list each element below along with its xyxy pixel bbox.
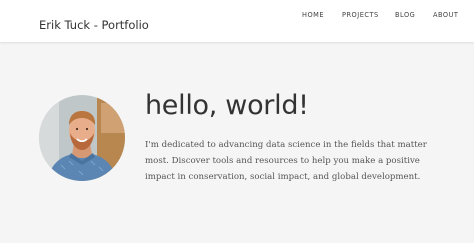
hero-description-line-3: impact in conservation, social impact, a…	[145, 172, 421, 182]
navbar: Erik Tuck - Portfolio HOME PROJECTS BLOG…	[0, 0, 474, 42]
hero-description: I'm dedicated to advancing data science …	[145, 137, 445, 185]
hero-title: hello, world!	[145, 90, 309, 121]
hero-description-line-2: most. Discover tools and resources to he…	[145, 156, 420, 166]
nav-link-blog[interactable]: BLOG	[395, 10, 415, 20]
hero-description-line-1: I'm dedicated to advancing data science …	[145, 140, 427, 150]
nav-link-home[interactable]: HOME	[302, 10, 324, 20]
profile-avatar	[39, 95, 125, 181]
nav-link-projects[interactable]: PROJECTS	[342, 10, 379, 20]
profile-photo-icon	[39, 95, 125, 181]
brand-link[interactable]: Erik Tuck - Portfolio	[39, 18, 149, 32]
nav-link-about[interactable]: ABOUT	[433, 10, 458, 20]
